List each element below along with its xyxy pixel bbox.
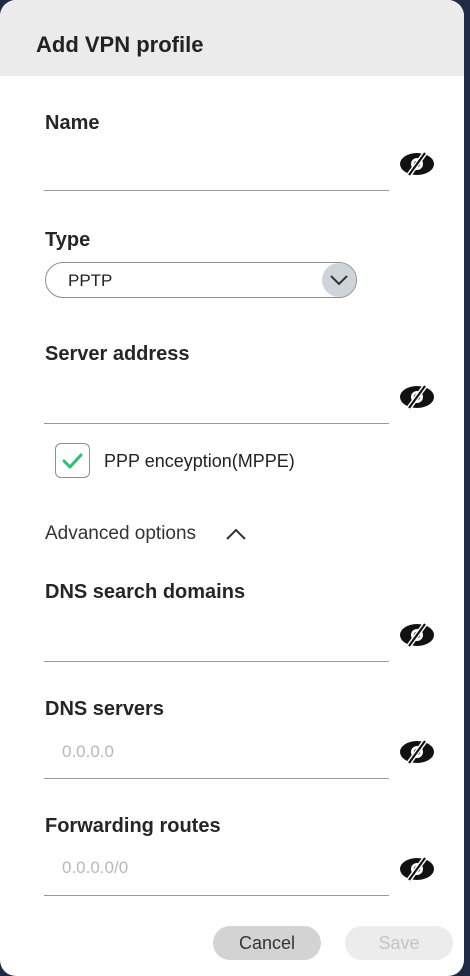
ppp-encryption-checkbox[interactable] — [55, 443, 90, 478]
dns-servers-underline — [44, 778, 389, 779]
name-input[interactable] — [44, 190, 389, 191]
dns-search-domains-input[interactable] — [44, 661, 389, 662]
cancel-button[interactable]: Cancel — [213, 926, 321, 960]
eye-off-icon[interactable] — [398, 151, 436, 177]
save-button[interactable]: Save — [345, 926, 453, 960]
add-vpn-profile-dialog: Add VPN profile Name Type PPTP Server ad… — [0, 0, 464, 976]
chevron-down-icon[interactable] — [322, 263, 356, 297]
forwarding-routes-underline — [44, 895, 389, 896]
type-label: Type — [45, 229, 91, 251]
dialog-header: Add VPN profile — [0, 0, 464, 76]
dns-search-domains-label: DNS search domains — [45, 581, 246, 603]
eye-off-icon[interactable] — [398, 622, 436, 648]
eye-off-icon[interactable] — [398, 739, 436, 765]
dialog-title: Add VPN profile — [36, 32, 204, 57]
dns-servers-label: DNS servers — [45, 698, 164, 720]
server-address-input[interactable] — [44, 423, 389, 424]
forwarding-routes-label: Forwarding routes — [45, 815, 221, 837]
forwarding-routes-input[interactable]: 0.0.0.0/0 — [62, 858, 128, 878]
name-label: Name — [45, 112, 100, 134]
type-select[interactable]: PPTP — [45, 262, 357, 298]
server-address-label: Server address — [45, 343, 190, 365]
advanced-options-toggle[interactable]: Advanced options — [45, 523, 196, 545]
eye-off-icon[interactable] — [398, 856, 436, 882]
type-select-value: PPTP — [68, 271, 113, 290]
eye-off-icon[interactable] — [398, 384, 436, 410]
dns-servers-input[interactable]: 0.0.0.0 — [62, 742, 114, 762]
ppp-encryption-label: PPP enceyption(MPPE) — [104, 451, 295, 471]
checkmark-icon — [62, 453, 83, 469]
chevron-up-icon[interactable] — [224, 525, 248, 543]
